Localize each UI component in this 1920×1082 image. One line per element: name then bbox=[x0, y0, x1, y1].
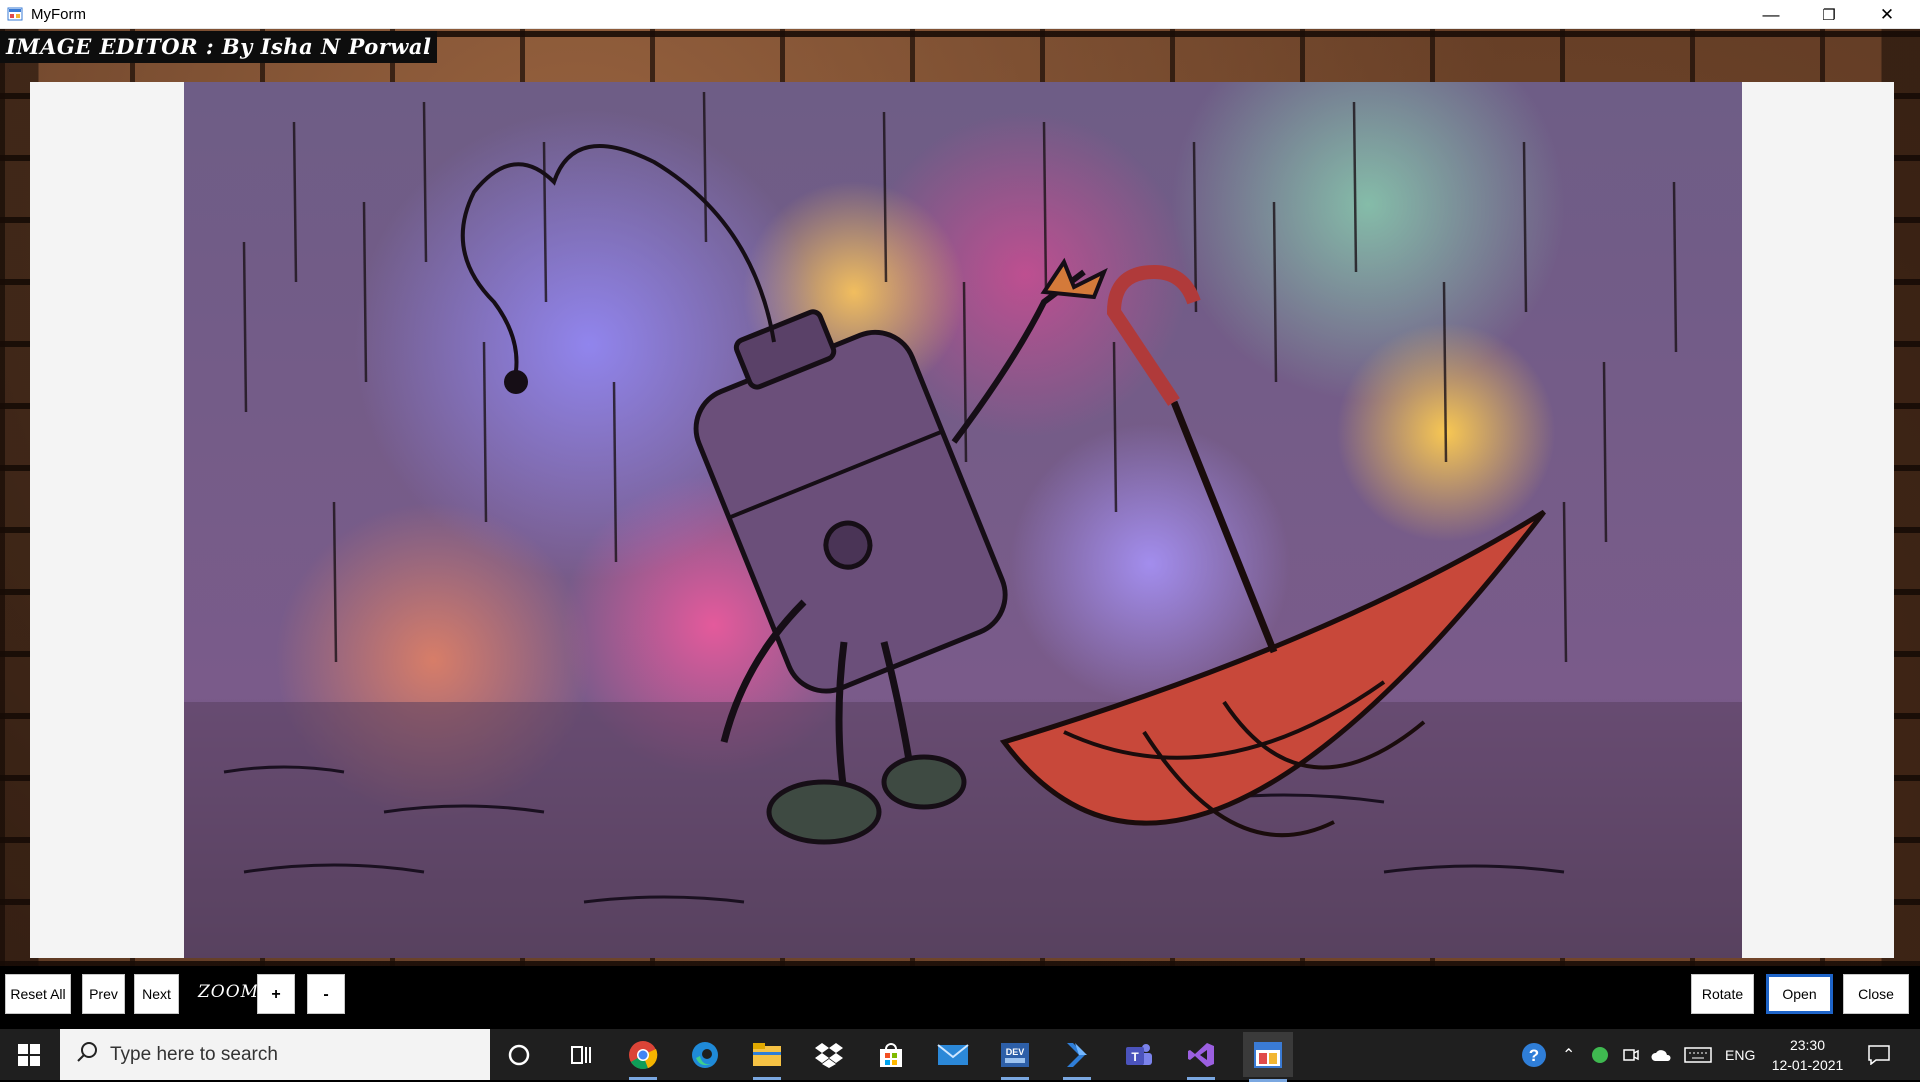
displayed-image bbox=[184, 82, 1742, 958]
close-form-button[interactable]: Close bbox=[1843, 974, 1909, 1014]
prev-button[interactable]: Prev bbox=[82, 974, 125, 1014]
teams-icon[interactable]: T bbox=[1119, 1035, 1159, 1075]
next-button[interactable]: Next bbox=[134, 974, 179, 1014]
rotate-button[interactable]: Rotate bbox=[1691, 974, 1754, 1014]
close-window-button[interactable]: ✕ bbox=[1858, 0, 1916, 29]
taskbar-search-box[interactable]: Type here to search bbox=[60, 1029, 490, 1080]
edge-icon[interactable] bbox=[685, 1035, 725, 1075]
editor-title-label: IMAGE EDITOR : By Isha N Porwal bbox=[0, 31, 438, 63]
restore-button[interactable]: ❐ bbox=[1800, 0, 1858, 29]
minimize-button[interactable]: — bbox=[1742, 0, 1800, 29]
security-tray-icon[interactable] bbox=[1590, 1029, 1610, 1080]
svg-text:?: ? bbox=[1529, 1046, 1539, 1065]
clock-time: 23:30 bbox=[1789, 1037, 1826, 1053]
zoom-in-button[interactable]: + bbox=[257, 974, 295, 1014]
image-artwork bbox=[184, 91, 1742, 958]
search-placeholder: Type here to search bbox=[110, 1043, 278, 1065]
clock-date: 12-01-2021 bbox=[1771, 1057, 1844, 1073]
visual-studio-icon[interactable] bbox=[1181, 1035, 1221, 1080]
task-view-icon[interactable] bbox=[561, 1035, 601, 1075]
zoom-label: ZOOM bbox=[198, 982, 260, 1002]
dropbox-icon[interactable] bbox=[809, 1035, 849, 1075]
myform-taskbar-icon[interactable] bbox=[1243, 1032, 1293, 1082]
search-icon bbox=[76, 1041, 98, 1068]
bottom-toolbar: Reset All Prev Next ZOOM + - Rotate Open… bbox=[0, 966, 1920, 1029]
power-automate-icon[interactable] bbox=[1057, 1035, 1097, 1080]
touch-keyboard-icon[interactable] bbox=[1684, 1029, 1712, 1080]
windows-icon bbox=[18, 1043, 40, 1066]
microsoft-store-icon[interactable] bbox=[871, 1035, 911, 1075]
notifications-icon[interactable] bbox=[1868, 1029, 1890, 1080]
language-indicator[interactable]: ENG bbox=[1725, 1029, 1755, 1080]
mail-icon[interactable] bbox=[933, 1035, 973, 1075]
app-icon bbox=[7, 6, 23, 22]
form-client-area: IMAGE EDITOR : By Isha N Porwal Reset Al… bbox=[0, 29, 1920, 1029]
zoom-out-button[interactable]: - bbox=[307, 974, 345, 1014]
meet-now-icon[interactable] bbox=[1622, 1029, 1640, 1080]
chrome-icon[interactable] bbox=[623, 1035, 663, 1080]
show-hidden-icons-icon[interactable]: ⌃ bbox=[1562, 1029, 1575, 1080]
start-button[interactable] bbox=[0, 1029, 58, 1080]
system-clock[interactable]: 23:30 12-01-2021 bbox=[1755, 1035, 1860, 1075]
window-title: MyForm bbox=[31, 5, 86, 23]
taskbar: Type here to search DEV T ? ⌃ ENG 23:30 … bbox=[0, 1029, 1920, 1082]
window-title-bar[interactable]: MyForm — ❐ ✕ bbox=[0, 0, 1920, 29]
onedrive-icon[interactable] bbox=[1650, 1029, 1674, 1080]
picture-box[interactable] bbox=[30, 82, 1894, 958]
cortana-icon[interactable] bbox=[499, 1035, 539, 1075]
file-explorer-icon[interactable] bbox=[747, 1035, 787, 1080]
reset-all-button[interactable]: Reset All bbox=[5, 974, 71, 1014]
dev-app-icon[interactable]: DEV bbox=[995, 1035, 1035, 1080]
help-icon[interactable]: ? bbox=[1520, 1029, 1548, 1080]
svg-text:T: T bbox=[1131, 1050, 1139, 1064]
open-button[interactable]: Open bbox=[1766, 974, 1833, 1014]
svg-text:DEV: DEV bbox=[1006, 1047, 1025, 1057]
